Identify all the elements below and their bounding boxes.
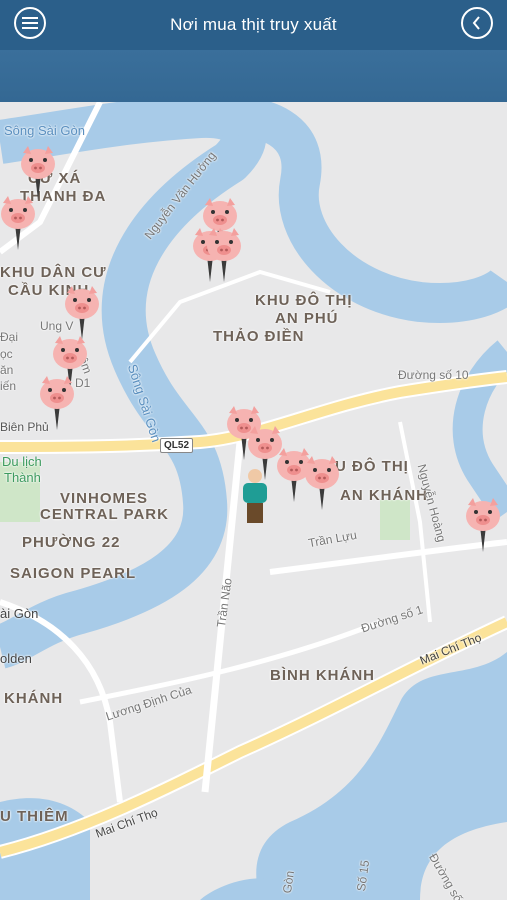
map-label: AN PHÚ xyxy=(275,310,339,327)
back-button[interactable] xyxy=(461,7,493,39)
route-shield: QL52 xyxy=(160,438,194,453)
app-header: Nơi mua thịt truy xuất xyxy=(0,0,507,50)
pig-marker-icon[interactable] xyxy=(463,496,503,554)
map-label: Sông Sài Gòn xyxy=(4,123,85,138)
map-label: Đường số 10 xyxy=(398,368,469,382)
header-subbar xyxy=(0,50,507,102)
map-label: Đại xyxy=(0,330,19,344)
hamburger-icon xyxy=(22,17,38,29)
pig-marker-icon[interactable] xyxy=(302,454,342,512)
chevron-left-icon xyxy=(472,16,480,30)
map-label: KHU DÂN CƯ xyxy=(0,264,107,281)
map-label: ài Gòn xyxy=(0,606,39,621)
map-label: Thành xyxy=(4,470,41,485)
map-label: Gòn xyxy=(279,869,298,895)
map-label: KHU ĐÔ THỊ xyxy=(255,292,353,309)
map-label: SAIGON PEARL xyxy=(10,565,137,582)
map-label: PHƯỜNG 22 xyxy=(22,534,121,551)
pig-marker-icon[interactable] xyxy=(0,194,38,252)
map-view[interactable]: Sông Sài Gòn CƯ XÁ THANH ĐA KHU DÂN CƯ C… xyxy=(0,102,507,900)
page-title: Nơi mua thịt truy xuất xyxy=(170,15,337,34)
map-label: THẢO ĐIỀN xyxy=(213,328,305,345)
map-label: olden xyxy=(0,651,32,666)
pig-marker-icon[interactable] xyxy=(37,374,77,432)
map-label: KHÁNH xyxy=(4,690,64,707)
menu-button[interactable] xyxy=(14,7,46,39)
map-label: BÌNH KHÁNH xyxy=(270,667,375,684)
map-label: U THIÊM xyxy=(0,808,69,825)
map-label: AN KHÁNH xyxy=(340,487,428,504)
person-icon xyxy=(243,469,267,523)
map-label: CENTRAL PARK xyxy=(40,506,169,523)
map-label: U ĐÔ THỊ xyxy=(335,458,409,475)
pig-marker-icon[interactable] xyxy=(204,226,244,284)
map-label: iến xyxy=(0,379,17,393)
